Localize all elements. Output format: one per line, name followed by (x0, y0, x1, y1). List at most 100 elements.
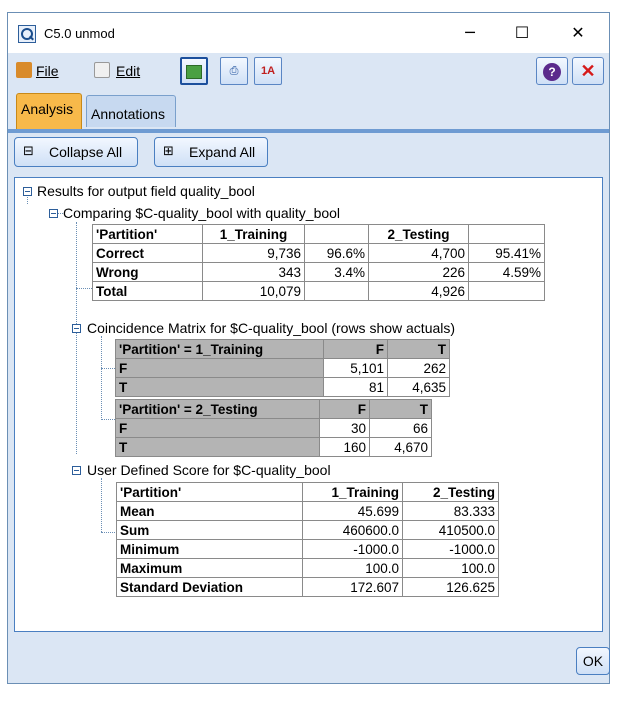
comp-header (468, 224, 545, 244)
cell: 3.4% (304, 262, 369, 282)
table-row: T 81 4,635 (115, 377, 450, 397)
row-label: Standard Deviation (116, 577, 303, 597)
close-button[interactable]: ✕ (556, 19, 600, 47)
maximize-button[interactable]: ☐ (500, 19, 544, 47)
comp-header (304, 224, 369, 244)
tree-root[interactable]: Results for output field quality_bool (37, 183, 255, 199)
table-row: Minimum -1000.0 -1000.0 (116, 539, 499, 559)
cell: 262 (387, 358, 450, 378)
coincidence-toggle[interactable] (72, 324, 81, 333)
cell: 4,635 (387, 377, 450, 397)
comp-header: 2_Testing (368, 224, 469, 244)
expand-all-button[interactable]: ⊞ Expand All (154, 137, 268, 167)
matrix-header: F (319, 399, 370, 419)
score-header: 1_Training (302, 482, 403, 502)
tree-uds[interactable]: User Defined Score for $C-quality_bool (87, 462, 331, 478)
cell (468, 281, 545, 301)
analysis-window: C5.0 unmod ─ ☐ ✕ File Edit ⎙ 1A ? ✕ Anal… (7, 12, 610, 684)
cell: 45.699 (302, 501, 403, 521)
table-row: T 160 4,670 (115, 437, 432, 457)
file-menu-label: File (36, 63, 59, 79)
matrix-header: 'Partition' = 1_Training (115, 339, 324, 359)
minimize-button[interactable]: ─ (448, 19, 492, 47)
cell: 96.6% (304, 243, 369, 263)
row-label: Total (92, 281, 203, 301)
cell: -1000.0 (402, 539, 499, 559)
cell (304, 281, 369, 301)
edit-menu[interactable]: Edit (116, 63, 140, 79)
table-row: Standard Deviation 172.607 126.625 (116, 577, 499, 597)
cell: 66 (369, 418, 432, 438)
comparing-toggle[interactable] (49, 209, 58, 218)
generate-icon (186, 65, 202, 80)
tab-analysis[interactable]: Analysis (16, 93, 82, 129)
help-button[interactable]: ? (536, 57, 568, 85)
tab-strip: Analysis Annotations (8, 89, 609, 129)
cell: 30 (319, 418, 370, 438)
cell: 5,101 (323, 358, 388, 378)
close-red-icon: ✕ (580, 61, 596, 81)
sort-icon: 1A (260, 65, 276, 77)
cell: 460600.0 (302, 520, 403, 540)
row-label: T (115, 377, 324, 397)
table-row: Total 10,079 4,926 (92, 281, 545, 301)
cell: 4,670 (369, 437, 432, 457)
close-red-button[interactable]: ✕ (572, 57, 604, 85)
tree-line (27, 197, 28, 204)
comp-header: 'Partition' (92, 224, 203, 244)
cell: 160 (319, 437, 370, 457)
tree-line (101, 478, 102, 532)
matrix-header: F (323, 339, 388, 359)
row-label: Sum (116, 520, 303, 540)
expand-icon: ⊞ (163, 144, 174, 159)
results-panel: Results for output field quality_bool Co… (14, 177, 603, 632)
tree-comparing[interactable]: Comparing $C-quality_bool with quality_b… (63, 205, 340, 221)
row-label: Correct (92, 243, 203, 263)
table-row: Wrong 343 3.4% 226 4.59% (92, 262, 545, 282)
table-row: Correct 9,736 96.6% 4,700 95.41% (92, 243, 545, 263)
generate-button[interactable] (180, 57, 208, 85)
cell: 81 (323, 377, 388, 397)
cell: 4,700 (368, 243, 469, 263)
tab-annotations[interactable]: Annotations (86, 95, 176, 127)
tree-coincidence[interactable]: Coincidence Matrix for $C-quality_bool (… (87, 320, 455, 336)
file-menu[interactable]: File (36, 63, 59, 79)
cell: 226 (368, 262, 469, 282)
tree-line (101, 336, 102, 420)
ok-button[interactable]: OK (576, 647, 610, 675)
row-label: Maximum (116, 558, 303, 578)
expand-toolbar: ⊟ Collapse All ⊞ Expand All (8, 133, 609, 171)
tree-line (101, 532, 115, 533)
matrix-header: T (387, 339, 450, 359)
print-icon: ⎙ (229, 64, 239, 77)
magnifier-app-icon (18, 25, 36, 43)
cell: 83.333 (402, 501, 499, 521)
table-row: Sum 460600.0 410500.0 (116, 520, 499, 540)
title-bar: C5.0 unmod ─ ☐ ✕ (8, 13, 609, 53)
edit-menu-label: Edit (116, 63, 141, 79)
row-label: F (115, 418, 320, 438)
collapse-all-button[interactable]: ⊟ Collapse All (14, 137, 138, 167)
print-button[interactable]: ⎙ (220, 57, 248, 85)
cell: 100.0 (302, 558, 403, 578)
cell: 95.41% (468, 243, 545, 263)
tree-line (76, 288, 92, 289)
coincidence-training-table: 'Partition' = 1_Training F T F 5,101 262… (115, 339, 450, 397)
cell: 126.625 (402, 577, 499, 597)
score-header: 'Partition' (116, 482, 303, 502)
tree-line (76, 222, 77, 454)
table-row: F 30 66 (115, 418, 432, 438)
cell: 172.607 (302, 577, 403, 597)
table-row: Mean 45.699 83.333 (116, 501, 499, 521)
cell: 343 (202, 262, 305, 282)
row-label: F (115, 358, 324, 378)
root-toggle[interactable] (23, 187, 32, 196)
edit-icon (94, 62, 110, 78)
cell: 100.0 (402, 558, 499, 578)
cell: 4.59% (468, 262, 545, 282)
uds-toggle[interactable] (72, 466, 81, 475)
help-icon: ? (543, 62, 561, 81)
score-table: 'Partition' 1_Training 2_Testing Mean 45… (116, 482, 499, 597)
comp-header: 1_Training (202, 224, 305, 244)
sort-button[interactable]: 1A (254, 57, 282, 85)
